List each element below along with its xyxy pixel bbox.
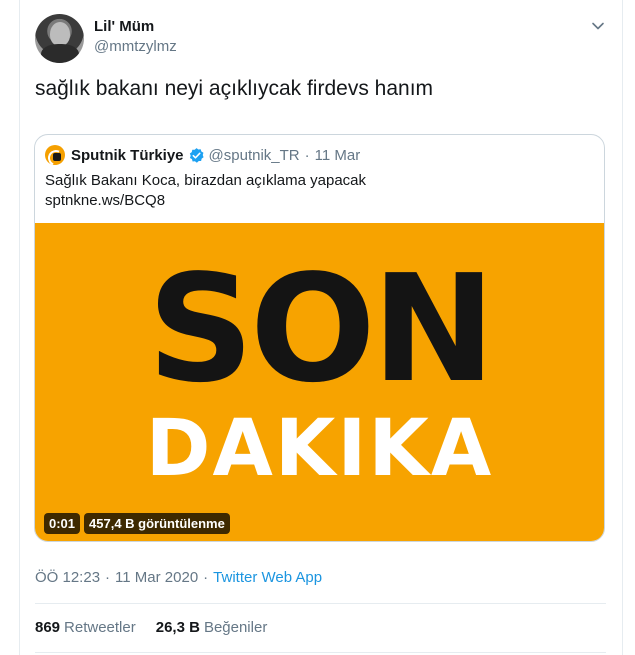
likes-link[interactable]: 26,3 B Beğeniler xyxy=(156,619,288,636)
video-views: 457,4 B görüntülenme xyxy=(84,513,230,534)
tweet-stats: 869 Retweetler 26,3 B Beğeniler xyxy=(35,619,287,636)
retweets-count: 869 xyxy=(35,619,61,636)
quoted-date[interactable]: 11 Mar xyxy=(315,147,361,164)
avatar[interactable] xyxy=(35,14,84,63)
quoted-text-line1: Sağlık Bakanı Koca, birazdan açıklama ya… xyxy=(45,172,367,189)
chevron-down-icon[interactable] xyxy=(590,18,606,34)
quoted-tweet-header: Sputnik Türkiye @sputnik_TR · 11 Mar xyxy=(45,144,360,166)
tweet-time[interactable]: ÖÖ 12:23 xyxy=(35,569,100,586)
meta-separator: · xyxy=(105,569,111,586)
media-headline: SON xyxy=(147,243,495,415)
video-badges: 0:01 457,4 B görüntülenme xyxy=(44,513,230,534)
media-subheadline: DAKIKA xyxy=(145,404,494,494)
sputnik-logo-icon xyxy=(45,145,65,165)
quoted-link[interactable]: sptnkne.ws/BCQ8 xyxy=(45,191,585,211)
quoted-display-name[interactable]: Sputnik Türkiye xyxy=(71,147,184,164)
divider xyxy=(35,603,606,604)
column-border-right xyxy=(622,0,623,655)
quoted-tweet[interactable]: Sputnik Türkiye @sputnik_TR · 11 Mar Sağ… xyxy=(34,134,605,542)
tweet: Lil' Müm @mmtzylmz sağlık bakanı neyi aç… xyxy=(0,0,635,655)
tweet-meta: ÖÖ 12:23 · 11 Mar 2020 · Twitter Web App xyxy=(35,569,322,586)
divider-bottom xyxy=(35,652,606,653)
source-app-link[interactable]: Twitter Web App xyxy=(213,569,322,586)
column-border-left xyxy=(19,0,20,655)
likes-label: Beğeniler xyxy=(203,619,268,636)
display-name[interactable]: Lil' Müm xyxy=(94,18,154,35)
likes-count: 26,3 B xyxy=(155,619,200,636)
meta-separator-2: · xyxy=(203,569,209,586)
verified-badge-icon xyxy=(189,147,204,163)
tweet-text: sağlık bakanı neyi açıklıycak firdevs ha… xyxy=(35,77,434,100)
quoted-handle[interactable]: @sputnik_TR xyxy=(209,147,300,164)
video-media[interactable]: SON DAKIKA 0:01 457,4 B görüntülenme xyxy=(35,223,604,541)
video-duration: 0:01 xyxy=(44,513,81,534)
quoted-text: Sağlık Bakanı Koca, birazdan açıklama ya… xyxy=(45,171,585,211)
retweets-link[interactable]: 869 Retweetler xyxy=(35,619,156,636)
tweet-date[interactable]: 11 Mar 2020 xyxy=(115,569,198,586)
user-handle[interactable]: @mmtzylmz xyxy=(94,38,177,55)
retweets-label: Retweetler xyxy=(64,619,136,636)
header-separator: · xyxy=(304,146,310,164)
